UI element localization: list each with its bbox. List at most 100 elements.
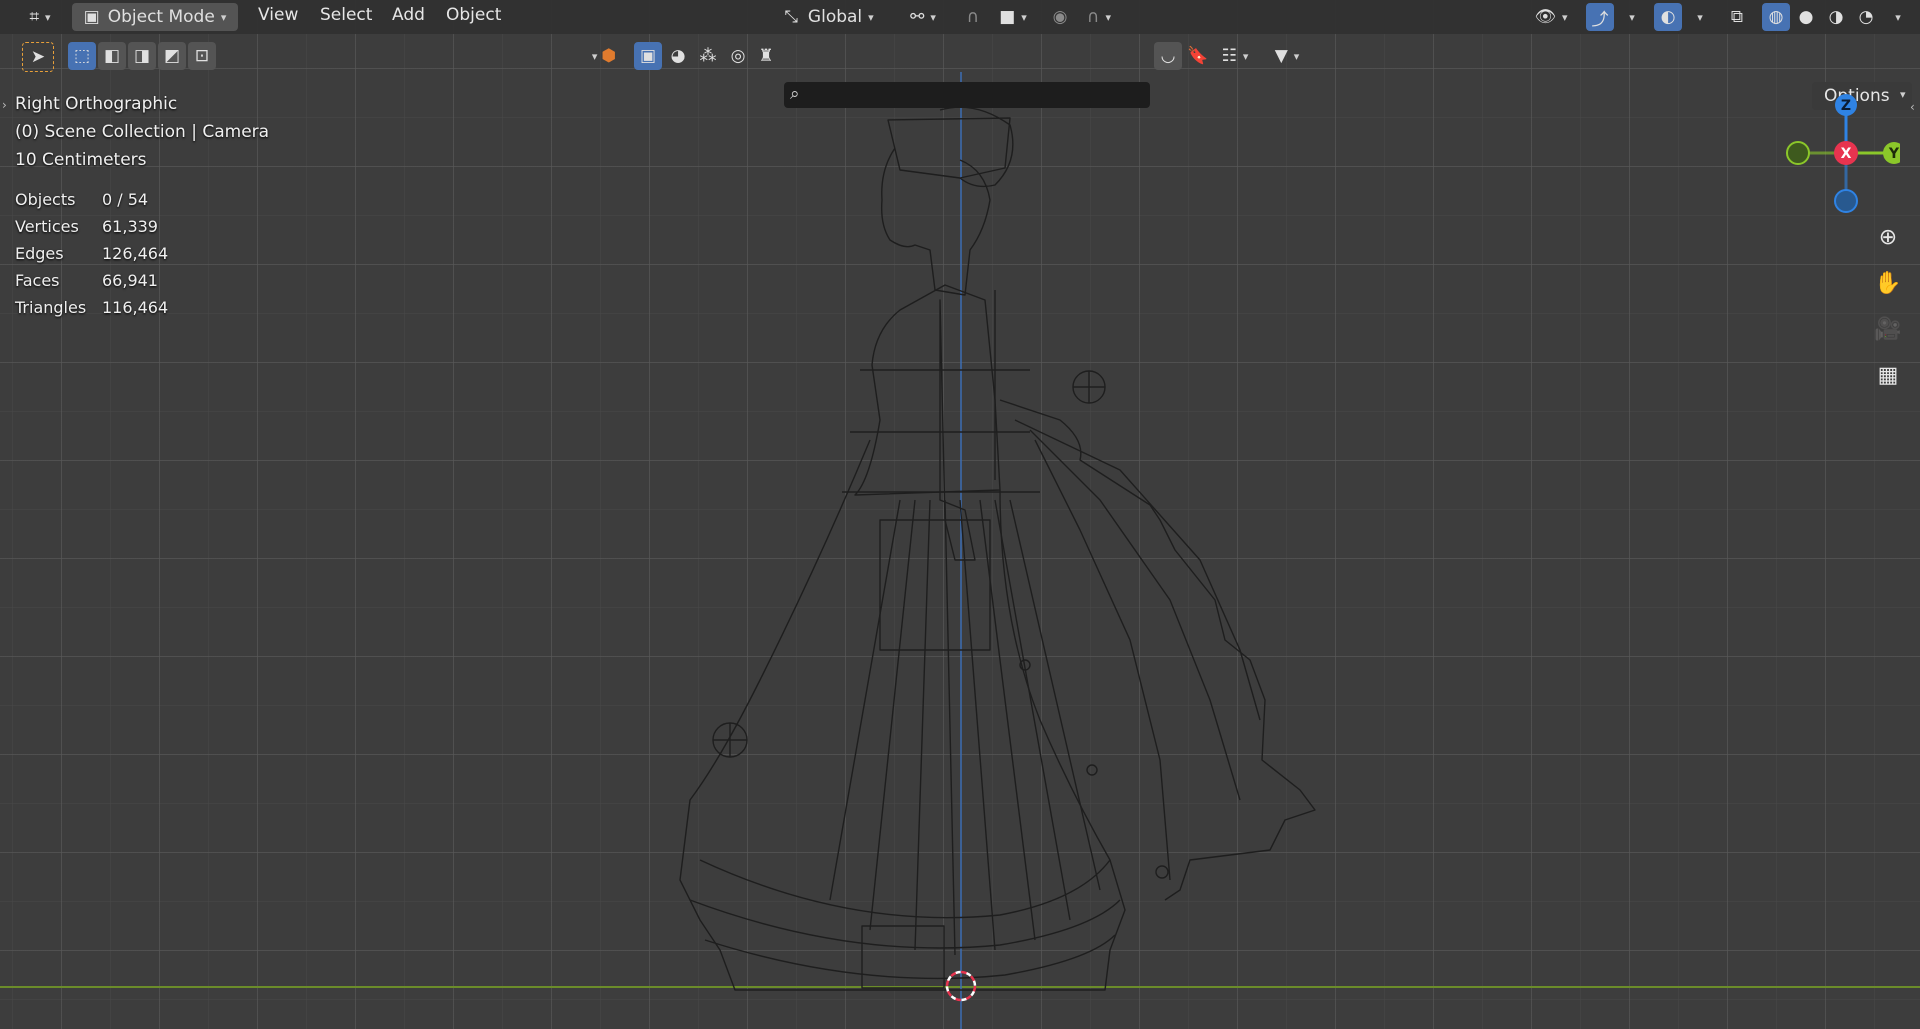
editor-type-button[interactable]: ⌗ ▾: [18, 3, 62, 31]
search-input[interactable]: ⌕: [784, 82, 1150, 108]
menu-view[interactable]: View: [258, 5, 298, 25]
world-icon: ◎: [730, 46, 746, 66]
select-intersect-button[interactable]: ⊡: [188, 42, 216, 70]
chevron-down-icon: ▾: [45, 10, 51, 24]
falloff-dropdown[interactable]: ∩ ▾: [1076, 3, 1122, 31]
select-subtract-button[interactable]: ◨: [128, 42, 156, 70]
filter-particles-button[interactable]: ⁂: [694, 42, 722, 70]
chevron-down-icon: ▾: [1242, 49, 1249, 63]
funnel-icon: ▼: [1274, 46, 1288, 66]
neg-z-axis-handle[interactable]: [1834, 189, 1858, 213]
overlays-toggle[interactable]: ◐: [1654, 3, 1682, 31]
select-extend-button[interactable]: ◧: [98, 42, 126, 70]
pan-button[interactable]: ✋: [1871, 266, 1905, 300]
gizmo-icon: ⤴: [1591, 9, 1609, 30]
chevron-down-icon: ▾: [1895, 10, 1901, 24]
pivot-point-dropdown[interactable]: ⚯ ▾: [900, 3, 946, 31]
collection-label: (0) Scene Collection | Camera: [15, 122, 270, 142]
solid-shading-button[interactable]: ●: [1792, 3, 1820, 31]
wireframe-character[interactable]: [0, 0, 1920, 1029]
proportional-edit-toggle[interactable]: ◉: [1044, 3, 1076, 31]
left-panel-arrow-icon[interactable]: ›: [2, 98, 7, 112]
material-sphere-icon: ◑: [1828, 7, 1844, 27]
chevron-down-icon: ▾: [220, 10, 227, 24]
shading-dropdown[interactable]: ▾: [1882, 3, 1908, 31]
link-toggle-button[interactable]: ◡: [1154, 42, 1182, 70]
transform-orientation-dropdown[interactable]: ⤡ Global ▾: [768, 3, 890, 31]
hierarchy-icon: ☷: [1221, 46, 1237, 66]
chevron-down-icon: ▾: [591, 49, 598, 63]
hand-icon: ✋: [1874, 270, 1902, 296]
select-invert-button[interactable]: ◩: [158, 42, 186, 70]
select-tool-button[interactable]: ➤: [22, 42, 54, 72]
z-axis-label: Z: [1841, 98, 1851, 114]
view-name: Right Orthographic: [15, 94, 178, 114]
zoom-icon: ⊕: [1878, 224, 1898, 250]
mode-selector[interactable]: ▣ Object Mode ▾: [72, 3, 238, 31]
stat-row-triangles: Triangles 116,464: [15, 298, 168, 325]
visibility-dropdown[interactable]: 👁 ▾: [1528, 3, 1574, 31]
neg-y-axis-handle[interactable]: [1786, 141, 1810, 165]
3d-viewport[interactable]: [0, 0, 1920, 1029]
particles-icon: ⁂: [699, 46, 717, 66]
grid-scale-label: 10 Centimeters: [15, 150, 147, 170]
stat-label: Triangles: [15, 298, 87, 317]
stat-row-edges: Edges 126,464: [15, 244, 168, 271]
snap-toggle[interactable]: ∩: [956, 3, 990, 31]
navigation-gizmo[interactable]: Z X Y: [1780, 90, 1900, 220]
chevron-down-icon: ▾: [1021, 10, 1027, 24]
camera-icon: 🎥: [1874, 316, 1902, 342]
gizmo-dropdown[interactable]: ▾: [1616, 3, 1642, 31]
search-icon: ⌕: [790, 84, 800, 104]
hierarchy-dropdown[interactable]: ☷ ▾: [1212, 42, 1258, 70]
viewport-info: Right Orthographic (0) Scene Collection …: [15, 90, 269, 174]
tool-settings-bar: ➤ ⬚ ◧ ◨ ◩ ⊡ ▾ ⬢ ▣ ◕ ⁂ ◎ ♜ ⌕ ◡ 🔖 ☷ ▾ ▼ ▾ …: [0, 38, 1920, 110]
stat-label: Objects: [15, 190, 76, 209]
viewport-header: ⌗ ▾ ▣ Object Mode ▾ View Select Add Objec…: [0, 0, 1920, 34]
right-panel-arrow-icon[interactable]: ‹: [1910, 100, 1915, 114]
stat-row-faces: Faces 66,941: [15, 271, 168, 298]
perspective-toggle-button[interactable]: ▦: [1871, 358, 1905, 392]
stat-value: 66,941: [102, 271, 158, 290]
filter-dropdown[interactable]: ▼ ▾: [1262, 42, 1312, 70]
y-axis-label: Y: [1888, 146, 1900, 162]
camera-view-button[interactable]: 🎥: [1871, 312, 1905, 346]
select-new-button[interactable]: ⬚: [68, 42, 96, 70]
overlays-icon: ◐: [1660, 7, 1676, 27]
filter-brush-button[interactable]: ♜: [752, 42, 780, 70]
stat-value: 126,464: [102, 244, 169, 263]
xray-toggle[interactable]: ⧉: [1722, 3, 1752, 31]
stat-value: 116,464: [102, 298, 169, 317]
rendered-shading-button[interactable]: ◔: [1852, 3, 1880, 31]
proportional-edit-icon: ◉: [1052, 7, 1068, 27]
bookmark-button[interactable]: 🔖: [1184, 42, 1212, 70]
chevron-down-icon: ▾: [1105, 10, 1111, 24]
orientation-label: Global: [807, 7, 863, 27]
menu-add[interactable]: Add: [392, 5, 425, 25]
select-invert-icon: ◩: [163, 46, 181, 66]
chevron-down-icon: ▾: [1697, 10, 1703, 24]
x-axis-label: X: [1841, 146, 1852, 162]
select-intersect-icon: ⊡: [194, 46, 210, 66]
snap-target-dropdown[interactable]: ■ ▾: [990, 3, 1036, 31]
object-mode-icon: ▣: [83, 7, 100, 27]
bookmark-icon: 🔖: [1187, 46, 1209, 66]
stat-row-objects: Objects 0 / 54: [15, 190, 168, 217]
filter-material-button[interactable]: ◕: [664, 42, 692, 70]
orientation-icon: ⤡: [784, 7, 798, 27]
pivot-icon: ⚯: [910, 7, 925, 27]
editor-type-icon: ⌗: [29, 7, 40, 27]
object-type-dropdown[interactable]: ▾ ⬢: [578, 42, 624, 70]
material-shading-button[interactable]: ◑: [1822, 3, 1850, 31]
chevron-down-icon: ▾: [1629, 10, 1635, 24]
overlays-dropdown[interactable]: ▾: [1684, 3, 1710, 31]
gizmo-toggle[interactable]: ⤴: [1586, 3, 1614, 31]
menu-select[interactable]: Select: [320, 5, 372, 25]
chevron-down-icon: ▾: [868, 10, 874, 24]
filter-object-button[interactable]: ▣: [634, 42, 662, 70]
zoom-button[interactable]: ⊕: [1871, 220, 1905, 254]
select-extend-icon: ◧: [103, 46, 121, 66]
menu-object[interactable]: Object: [446, 5, 501, 25]
filter-world-button[interactable]: ◎: [724, 42, 752, 70]
wireframe-shading-button[interactable]: ◍: [1762, 3, 1790, 31]
